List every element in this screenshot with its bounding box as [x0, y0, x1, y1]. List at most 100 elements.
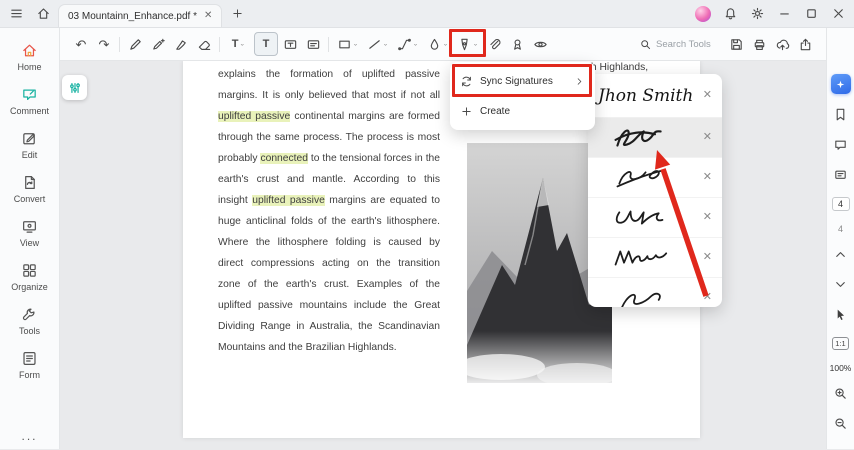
tools-icon — [22, 308, 35, 321]
home-button[interactable] — [31, 3, 55, 25]
account-button[interactable] — [691, 3, 715, 25]
chevron-down-icon: ⌄ — [239, 41, 246, 48]
sidebar-label: Form — [19, 370, 40, 380]
delete-signature-button[interactable]: ✕ — [699, 172, 712, 183]
highlight-pen-tool[interactable] — [124, 32, 146, 56]
plus-icon — [462, 106, 471, 116]
save-icon — [730, 38, 742, 50]
text-field-icon — [307, 39, 319, 49]
delete-signature-button[interactable]: ✕ — [699, 252, 712, 263]
delete-signature-button[interactable]: ✕ — [699, 90, 712, 101]
redo-button[interactable]: ↷ — [93, 32, 115, 56]
save-button[interactable] — [725, 32, 747, 56]
search-tools[interactable] — [639, 38, 720, 51]
undo-button[interactable]: ↶ — [70, 32, 92, 56]
sidebar-item-organize[interactable]: Organize — [2, 256, 58, 298]
preview-tool[interactable] — [529, 32, 551, 56]
stamp-tool[interactable] — [506, 32, 528, 56]
signature-item[interactable]: ✕ — [588, 198, 722, 238]
ai-assistant-button[interactable] — [830, 74, 851, 94]
signature-item[interactable]: ✕ — [588, 118, 722, 158]
sidebar-item-comment[interactable]: Comment — [2, 80, 58, 122]
pen-plus-icon — [152, 38, 165, 50]
delete-signature-button[interactable]: ✕ — [699, 132, 712, 143]
title-bar: 03 Mountainn_Enhance.pdf * ✕ — [0, 0, 854, 28]
signature-item-typed[interactable]: Jhon Smith ✕ — [588, 74, 722, 118]
previous-page-button[interactable] — [833, 247, 848, 264]
pen-icon — [129, 38, 141, 50]
redo-icon: ↷ — [98, 36, 110, 52]
convert-icon — [25, 176, 35, 189]
attachment-tool[interactable] — [483, 32, 505, 56]
annotation-settings-fab[interactable] — [62, 75, 87, 100]
actual-size-button[interactable]: 1:1 — [832, 337, 849, 350]
zoom-in-button[interactable] — [833, 386, 848, 403]
sidebar-label: Organize — [11, 282, 48, 292]
cloud-upload-button[interactable] — [771, 32, 793, 56]
zoom-level-label: 100% — [829, 363, 852, 373]
sidebar-item-convert[interactable]: Convert — [2, 168, 58, 210]
signature-item[interactable]: ✕ — [588, 278, 722, 307]
sidebar-more-button[interactable]: ... — [21, 429, 37, 443]
share-button[interactable] — [794, 32, 816, 56]
hamburger-menu-button[interactable] — [4, 3, 28, 25]
pdf-editor-window: 03 Mountainn_Enhance.pdf * ✕ Home Commen… — [0, 0, 854, 450]
chevron-down-icon — [836, 282, 845, 287]
sidebar-label: Convert — [13, 194, 46, 204]
zoom-out-button[interactable] — [833, 416, 848, 433]
delete-signature-button[interactable]: ✕ — [699, 292, 712, 303]
zoom-in-icon — [835, 388, 846, 399]
minimize-button[interactable] — [772, 3, 796, 25]
sidebar-item-form[interactable]: Form — [2, 344, 58, 386]
toolbar-divider — [328, 36, 329, 52]
plus-icon — [233, 9, 242, 18]
next-page-button[interactable] — [833, 277, 848, 294]
page-number-input[interactable]: 4 — [831, 197, 850, 211]
comments-panel-button[interactable] — [833, 137, 848, 154]
search-input[interactable] — [656, 38, 720, 50]
select-tool-button[interactable] — [833, 307, 848, 324]
shape-tool[interactable]: ⌄ — [333, 32, 362, 56]
smart-pen-tool[interactable] — [147, 32, 169, 56]
fields-panel-button[interactable] — [833, 167, 848, 184]
signature-item[interactable]: ✕ — [588, 158, 722, 198]
bell-icon — [725, 8, 735, 20]
sidebar-label: Edit — [21, 150, 38, 160]
text-style-tool[interactable]: T ⌄ — [224, 32, 253, 56]
text-tool-glyph: T — [231, 38, 239, 50]
signature-item[interactable]: ✕ — [588, 238, 722, 278]
sidebar-item-home[interactable]: Home — [2, 36, 58, 78]
settings-button[interactable] — [745, 3, 769, 25]
bookmarks-button[interactable] — [833, 107, 848, 124]
ai-spark-icon — [836, 80, 845, 88]
connector-tool[interactable]: ⌄ — [393, 32, 422, 56]
tab-title: 03 Mountainn_Enhance.pdf * — [68, 10, 197, 22]
maximize-button[interactable] — [799, 3, 823, 25]
text-field-tool[interactable] — [302, 32, 324, 56]
add-text-tool[interactable]: T — [254, 32, 278, 56]
shape-icon — [338, 40, 350, 48]
sidebar-item-tools[interactable]: Tools — [2, 300, 58, 342]
signature-stroke — [614, 250, 668, 265]
delete-signature-button[interactable]: ✕ — [699, 212, 712, 223]
tab-close-icon[interactable]: ✕ — [204, 11, 212, 21]
new-tab-button[interactable] — [225, 3, 249, 25]
sidebar-item-edit[interactable]: Edit — [2, 124, 58, 166]
marker-tool[interactable] — [170, 32, 192, 56]
close-window-button[interactable] — [826, 3, 850, 25]
highlight-box-signature-tool — [449, 29, 486, 57]
share-icon — [800, 38, 810, 50]
printer-icon — [754, 39, 764, 50]
print-button[interactable] — [748, 32, 770, 56]
page-total-label: 4 — [837, 224, 843, 234]
signature-stroke — [621, 292, 661, 307]
ink-color-tool[interactable]: ⌄ — [423, 32, 452, 56]
text-box-tool[interactable] — [279, 32, 301, 56]
document-tab[interactable]: 03 Mountainn_Enhance.pdf * ✕ — [58, 4, 223, 27]
line-tool[interactable]: ⌄ — [363, 32, 392, 56]
sidebar-item-view[interactable]: View — [2, 212, 58, 254]
menu-item-create[interactable]: Create — [450, 96, 595, 126]
zoom-out-icon — [835, 418, 846, 429]
notifications-button[interactable] — [718, 3, 742, 25]
eraser-tool[interactable] — [193, 32, 215, 56]
